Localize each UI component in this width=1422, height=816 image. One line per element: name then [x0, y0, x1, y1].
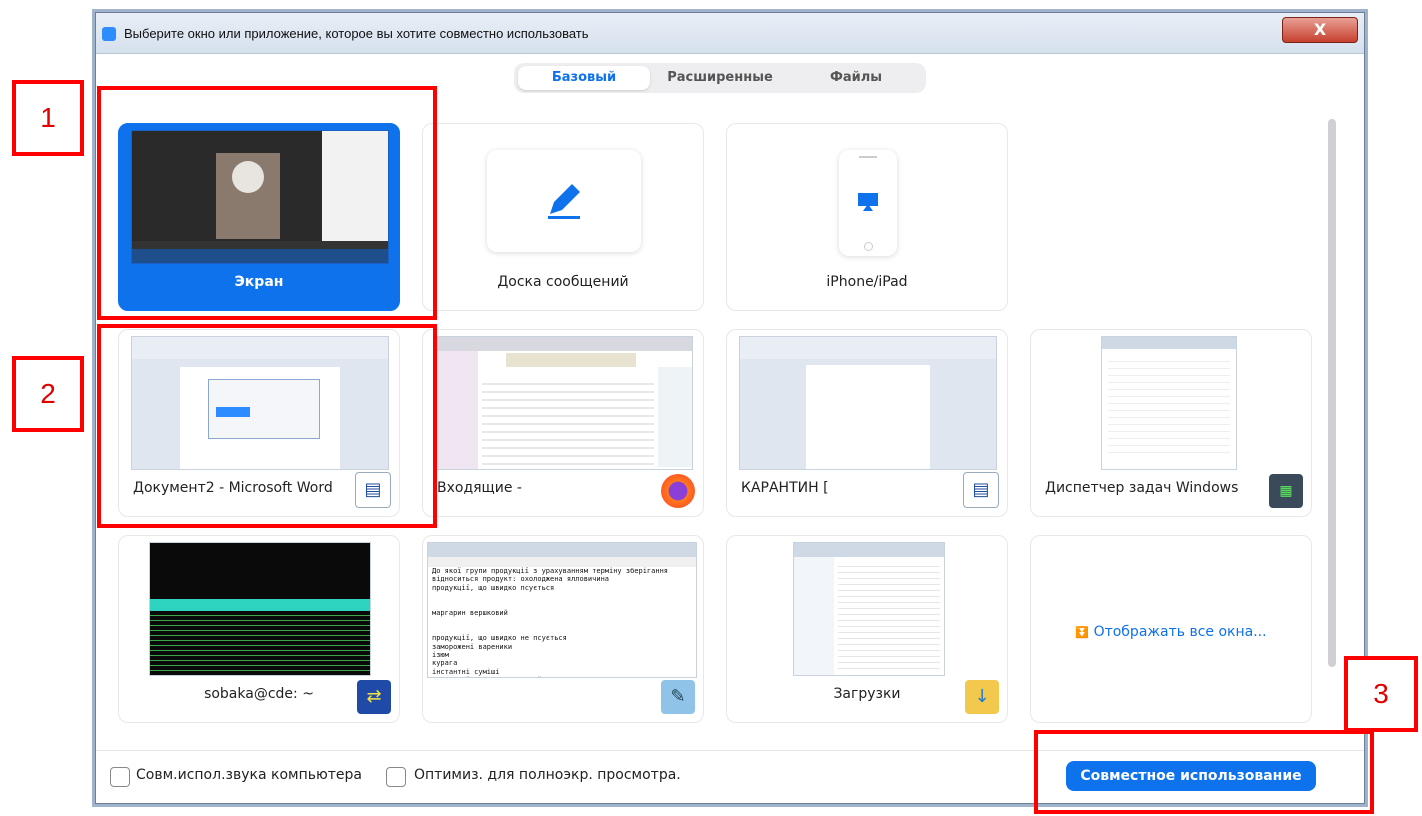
pencil-icon [548, 184, 580, 219]
network-terminal-icon: ⇄ [357, 680, 391, 714]
share-audio-checkbox[interactable] [110, 767, 130, 787]
quarantine-thumbnail [739, 336, 997, 470]
terminal-thumbnail [149, 542, 371, 676]
annotation-frame-1 [97, 86, 437, 320]
annotation-number-3: 3 [1344, 656, 1418, 732]
task-manager-thumbnail [1101, 336, 1237, 470]
tile-whiteboard[interactable]: Доска сообщений [422, 123, 704, 311]
tile-show-all-windows[interactable]: ⏬ Отображать все окна... [1030, 535, 1312, 723]
title-bar: Выберите окно или приложение, которое вы… [96, 13, 1364, 54]
tile-terminal[interactable]: sobaka@cde: ~ ⇄ [118, 535, 400, 723]
show-all-windows-link[interactable]: Отображать все окна... [1094, 624, 1267, 640]
chevron-double-down-icon: ⏬ [1075, 626, 1090, 639]
tab-advanced[interactable]: Расширенные [654, 66, 786, 90]
tile-iphone-ipad[interactable]: iPhone/iPad [726, 123, 1008, 311]
tile-inbox-firefox[interactable]: Входящие - [422, 329, 704, 517]
firefox-icon [661, 474, 695, 508]
close-button[interactable]: X [1282, 17, 1358, 43]
annotation-frame-3 [1034, 730, 1374, 814]
tile-quarantine-word[interactable]: КАРАНТИН [ ▤ [726, 329, 1008, 517]
phone-card [839, 150, 897, 256]
tab-bar: Базовый Расширенные Файлы [514, 63, 926, 93]
tile-downloads[interactable]: Загрузки ↓ [726, 535, 1008, 723]
optimize-video-checkbox[interactable] [386, 767, 406, 787]
word-document-icon: ▤ [963, 472, 999, 508]
scrollbar[interactable] [1328, 119, 1336, 667]
tile-iphone-label: iPhone/iPad [826, 274, 908, 290]
task-manager-icon: ▦ [1269, 474, 1303, 508]
share-audio-label: Совм.испол.звука компьютера [136, 767, 362, 783]
inbox-thumbnail [435, 336, 693, 470]
annotation-number-2: 2 [12, 356, 84, 432]
tile-task-manager[interactable]: Диспетчер задач Windows ▦ [1030, 329, 1312, 517]
tab-files[interactable]: Файлы [790, 66, 922, 90]
window-title: Выберите окно или приложение, которое вы… [124, 26, 589, 41]
airplay-icon [858, 193, 878, 211]
annotation-frame-2 [97, 324, 437, 528]
optimize-video-label: Оптимиз. для полноэкр. просмотра. [414, 767, 681, 783]
tile-notepad[interactable]: До якої групи продукції з урахуванням те… [422, 535, 704, 723]
tab-basic[interactable]: Базовый [518, 66, 650, 90]
notepad-text: До якої групи продукції з урахуванням те… [432, 567, 669, 677]
tile-whiteboard-label: Доска сообщений [497, 274, 629, 290]
folder-download-icon: ↓ [965, 680, 999, 714]
downloads-thumbnail [793, 542, 945, 676]
whiteboard-card [487, 150, 641, 252]
zoom-app-icon [102, 27, 116, 41]
annotation-number-1: 1 [12, 80, 84, 156]
notepad-icon: ✎ [661, 680, 695, 714]
notepad-thumbnail: До якої групи продукції з урахуванням те… [427, 542, 697, 678]
